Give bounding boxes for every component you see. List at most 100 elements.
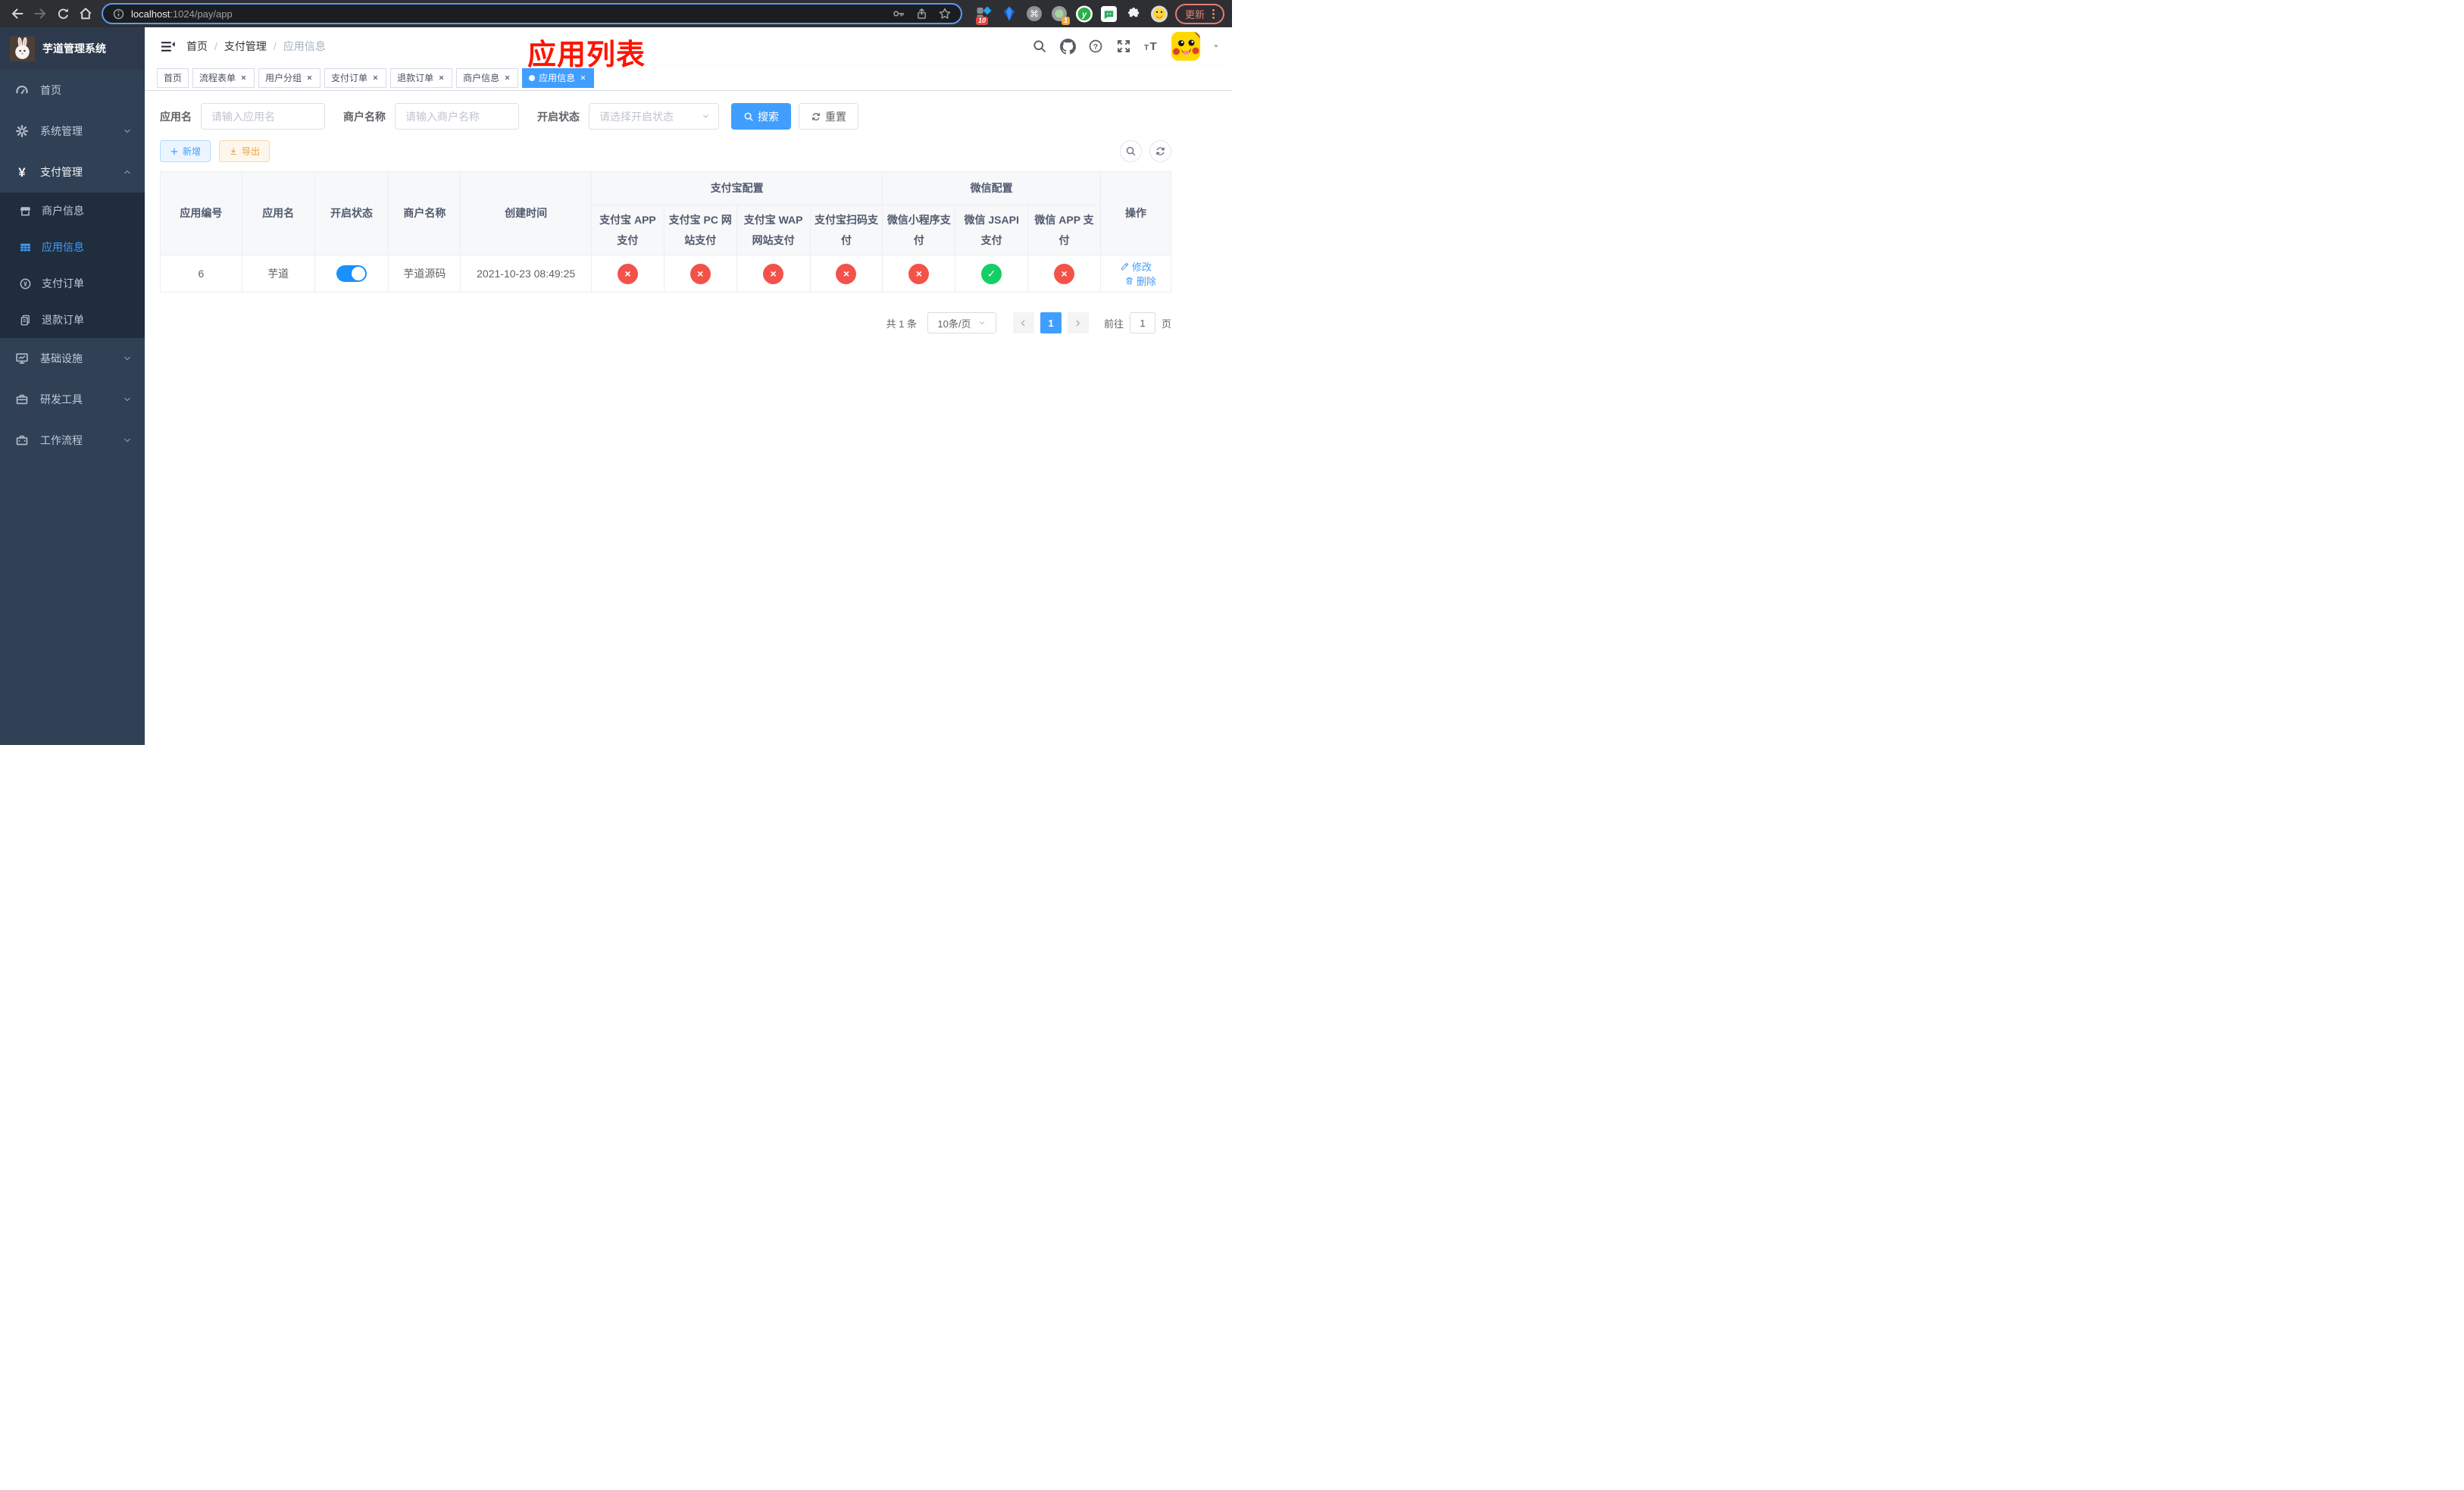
col-header-alipay-qr: 支付宝扫码支付 bbox=[809, 204, 883, 256]
share-icon[interactable] bbox=[915, 8, 928, 20]
reset-button[interactable]: 重置 bbox=[799, 103, 858, 130]
browser-home-icon[interactable] bbox=[76, 4, 95, 23]
top-navbar: 首页 / 支付管理 / 应用信息 ? T T bbox=[145, 27, 1232, 65]
extension-chat-icon[interactable] bbox=[1101, 5, 1118, 22]
table-row: 6 芋道 芋道源码 2021-10-23 08:49:25 × × × × × … bbox=[160, 255, 1172, 293]
chevron-down-icon bbox=[122, 353, 133, 364]
sidebar-item-dev-tools[interactable]: 研发工具 bbox=[0, 379, 145, 420]
tab-refund-order[interactable]: 退款订单 bbox=[390, 67, 453, 88]
search-button[interactable]: 搜索 bbox=[731, 103, 791, 130]
extension-recorder-icon[interactable]: 1 bbox=[1051, 5, 1070, 25]
app-logo[interactable]: 芋道管理系统 bbox=[0, 27, 145, 70]
wechat-jsapi-status-icon: ✓ bbox=[981, 263, 1002, 284]
sidebar-item-payment[interactable]: ¥ 支付管理 bbox=[0, 152, 145, 193]
add-button[interactable]: 新增 bbox=[160, 140, 211, 162]
sidebar-item-label: 基础设施 bbox=[40, 352, 83, 365]
show-search-button[interactable] bbox=[1120, 140, 1142, 162]
group-header-alipay: 支付宝配置 bbox=[590, 171, 883, 205]
refresh-table-button[interactable] bbox=[1149, 140, 1171, 162]
browser-reload-icon[interactable] bbox=[53, 4, 73, 23]
close-icon[interactable] bbox=[579, 74, 587, 82]
search-icon[interactable] bbox=[1031, 38, 1048, 55]
tab-process-form[interactable]: 流程表单 bbox=[192, 67, 255, 88]
close-icon[interactable] bbox=[305, 74, 314, 82]
sidebar-item-app-info[interactable]: 应用信息 bbox=[0, 229, 145, 265]
app-title: 芋道管理系统 bbox=[42, 42, 106, 55]
edit-link[interactable]: 修改 bbox=[1120, 259, 1152, 274]
payment-submenu: 商户信息 应用信息 ¥ 支付订单 退款订单 bbox=[0, 193, 145, 338]
breadcrumb-payment[interactable]: 支付管理 bbox=[224, 39, 267, 54]
extension-gem-icon[interactable] bbox=[1001, 5, 1018, 22]
font-size-icon[interactable]: TT bbox=[1143, 38, 1160, 55]
url-text: localhost:1024/pay/app bbox=[131, 8, 233, 20]
delete-link[interactable]: 删除 bbox=[1124, 274, 1156, 288]
sidebar-item-infrastructure[interactable]: 基础设施 bbox=[0, 338, 145, 379]
sidebar-menu: 首页 系统管理 ¥ 支付管理 商户信息 应用信息 ¥ 支付订单 退款订单 基础设… bbox=[0, 70, 145, 461]
sidebar-item-label: 工作流程 bbox=[40, 434, 83, 446]
user-avatar[interactable] bbox=[1171, 32, 1200, 61]
next-page-button[interactable] bbox=[1067, 312, 1089, 334]
edit-pencil-icon bbox=[1121, 262, 1129, 271]
update-label: 更新 bbox=[1184, 8, 1205, 20]
sidebar-item-system[interactable]: 系统管理 bbox=[0, 111, 145, 152]
app-name-input[interactable] bbox=[201, 103, 325, 130]
toolbox-icon bbox=[15, 393, 29, 406]
browser-back-icon[interactable] bbox=[8, 4, 27, 23]
cell-app-name: 芋道 bbox=[241, 255, 315, 293]
add-button-label: 新增 bbox=[183, 146, 202, 157]
page-size-select[interactable]: 10条/页 bbox=[927, 312, 996, 334]
tab-user-group[interactable]: 用户分组 bbox=[258, 67, 321, 88]
sidebar-fold-icon[interactable] bbox=[156, 35, 179, 58]
browser-update-button[interactable]: 更新 bbox=[1174, 3, 1224, 24]
extensions-puzzle-icon[interactable] bbox=[1126, 5, 1143, 22]
close-icon[interactable] bbox=[371, 74, 380, 82]
merchant-name-label: 商户名称 bbox=[343, 110, 386, 123]
close-icon[interactable] bbox=[239, 74, 248, 82]
caret-down-icon[interactable] bbox=[1212, 42, 1221, 51]
yen-icon: ¥ bbox=[18, 164, 26, 180]
trash-icon bbox=[1126, 277, 1133, 285]
sidebar-item-pay-order[interactable]: ¥ 支付订单 bbox=[0, 265, 145, 302]
github-icon[interactable] bbox=[1059, 38, 1076, 55]
goto-page-input[interactable] bbox=[1129, 312, 1155, 334]
status-select[interactable]: 请选择开启状态 bbox=[589, 103, 719, 130]
cell-app-id: 6 bbox=[160, 255, 242, 293]
close-icon[interactable] bbox=[437, 74, 446, 82]
main-area: 应用列表 首页 / 支付管理 / 应用信息 ? T T 首页 流程表单 用户分组… bbox=[145, 27, 1232, 745]
breadcrumb-home[interactable]: 首页 bbox=[186, 39, 208, 54]
alipay-wap-status-icon: × bbox=[763, 263, 784, 284]
sidebar-item-workflow[interactable]: 工作流程 bbox=[0, 420, 145, 461]
bookmark-star-icon[interactable] bbox=[938, 7, 952, 20]
page-number-button[interactable]: 1 bbox=[1040, 312, 1062, 334]
col-header-app-name: 应用名 bbox=[241, 171, 315, 256]
password-key-icon[interactable] bbox=[892, 7, 905, 20]
col-header-actions: 操作 bbox=[1099, 171, 1172, 256]
help-icon[interactable]: ? bbox=[1087, 38, 1104, 55]
browser-forward-icon[interactable] bbox=[30, 4, 50, 23]
sidebar-item-merchant-info[interactable]: 商户信息 bbox=[0, 193, 145, 229]
merchant-name-input[interactable] bbox=[395, 103, 519, 130]
sidebar-item-label: 系统管理 bbox=[40, 125, 83, 137]
tab-pay-order[interactable]: 支付订单 bbox=[324, 67, 387, 88]
page-size-value: 10条/页 bbox=[937, 318, 971, 330]
sidebar-item-refund-order[interactable]: 退款订单 bbox=[0, 302, 145, 338]
page-unit-label: 页 bbox=[1161, 318, 1171, 330]
site-info-icon[interactable] bbox=[112, 8, 125, 20]
fullscreen-icon[interactable] bbox=[1115, 38, 1132, 55]
export-button[interactable]: 导出 bbox=[219, 140, 270, 162]
status-switch[interactable] bbox=[336, 265, 367, 283]
prev-page-button[interactable] bbox=[1012, 312, 1034, 334]
tab-label: 退款订单 bbox=[397, 73, 434, 83]
close-icon[interactable] bbox=[503, 74, 511, 82]
profile-avatar[interactable] bbox=[1150, 5, 1168, 22]
extension-yudao-icon[interactable]: y bbox=[1075, 5, 1093, 22]
url-bar[interactable]: localhost:1024/pay/app bbox=[102, 3, 962, 24]
tab-home[interactable]: 首页 bbox=[157, 67, 189, 88]
extension-command-icon[interactable]: ⌘ bbox=[1026, 5, 1043, 22]
sidebar-item-label: 支付订单 bbox=[42, 277, 84, 290]
browser-menu-icon[interactable] bbox=[1212, 8, 1215, 19]
sidebar-item-home[interactable]: 首页 bbox=[0, 70, 145, 111]
tab-merchant-info[interactable]: 商户信息 bbox=[456, 67, 519, 88]
svg-text:T: T bbox=[1144, 44, 1149, 52]
extension-blocks-icon[interactable]: 10 bbox=[975, 5, 993, 25]
